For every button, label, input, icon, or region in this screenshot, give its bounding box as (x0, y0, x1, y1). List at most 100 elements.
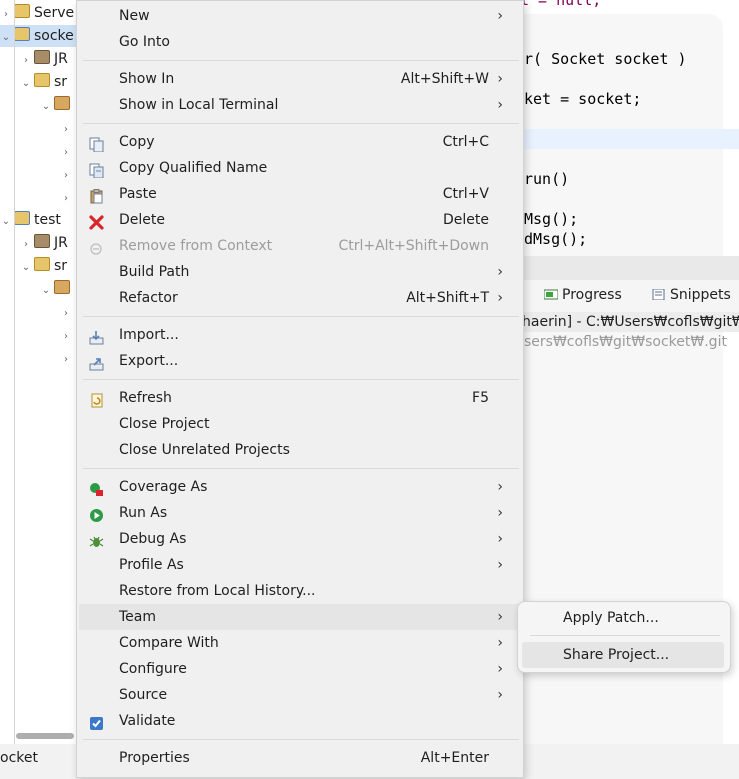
tree-item[interactable]: › (60, 163, 76, 185)
menu-item-delete[interactable]: Delete Delete (79, 207, 519, 233)
menu-item-refactor[interactable]: Refactor Alt+Shift+T › (79, 285, 519, 311)
folder-icon (14, 4, 30, 18)
tab-progress-label: Progress (562, 287, 622, 303)
debug-icon (89, 532, 104, 547)
menu-item-run-as[interactable]: Run As › (79, 500, 519, 526)
expand-arrow-icon[interactable]: › (60, 303, 72, 325)
menu-item-label: Show in Local Terminal (119, 97, 279, 113)
collapse-arrow-icon[interactable]: ⌄ (0, 27, 12, 49)
source-folder-icon (34, 257, 50, 271)
menu-item-paste[interactable]: Paste Ctrl+V (79, 181, 519, 207)
submenu-arrow-icon: › (497, 557, 503, 573)
submenu-arrow-icon: › (497, 71, 503, 87)
menu-item-shortcut: F5 (472, 390, 489, 406)
tab-progress[interactable]: Progress (544, 287, 622, 303)
tree-item[interactable]: › (60, 186, 76, 208)
menu-item-configure[interactable]: Configure › (79, 656, 519, 682)
project-explorer: › Serve ⌄ socke › JR ⌄ sr ⌄ › › › › ⌄ test › JR ⌄ sr ⌄ › › › (0, 0, 76, 779)
menu-item-team[interactable]: Team › (79, 604, 519, 630)
repository-git-path: sers₩cofls₩git₩socket₩.git (524, 334, 727, 350)
submenu-arrow-icon: › (497, 264, 503, 280)
submenu-arrow-icon: › (497, 635, 503, 651)
menu-item-show-in-local-terminal[interactable]: Show in Local Terminal › (79, 92, 519, 118)
expand-arrow-icon[interactable]: › (60, 326, 72, 348)
menu-item-validate[interactable]: Validate (79, 708, 519, 734)
tab-snippets[interactable]: Snippets (652, 287, 731, 303)
menu-item-compare-with[interactable]: Compare With › (79, 630, 519, 656)
submenu-arrow-icon: › (497, 687, 503, 703)
tree-item[interactable]: › (60, 117, 76, 139)
tree-item-label: sr (54, 74, 68, 90)
menu-item-restore-from-local-history[interactable]: Restore from Local History... (79, 578, 519, 604)
menu-separator (83, 468, 519, 469)
menu-item-copy-qualified-name[interactable]: Copy Qualified Name (79, 155, 519, 181)
context-menu: New › Go Into Show In Alt+Shift+W › Show in Lo… (76, 0, 524, 778)
collapse-arrow-icon[interactable]: ⌄ (40, 280, 52, 302)
views-panel-divider[interactable] (522, 256, 739, 280)
expand-arrow-icon[interactable]: › (60, 188, 72, 210)
expand-arrow-icon[interactable]: › (20, 50, 32, 72)
team-submenu: Apply Patch... Share Project... (517, 601, 731, 673)
menu-item-coverage-as[interactable]: Coverage As › (79, 474, 519, 500)
menu-item-label: Restore from Local History... (119, 583, 316, 599)
collapse-arrow-icon[interactable]: ⌄ (40, 96, 52, 118)
collapse-arrow-icon[interactable]: ⌄ (0, 211, 12, 233)
menu-item-close-project[interactable]: Close Project (79, 411, 519, 437)
tree-item[interactable]: › Serve (0, 2, 76, 24)
source-folder-icon (34, 73, 50, 87)
tree-item[interactable]: › JR (20, 232, 76, 254)
menu-item-label: Team (119, 609, 157, 625)
tree-item[interactable]: ⌄ sr (20, 255, 76, 277)
menu-item-label: Copy (119, 134, 155, 150)
tree-item[interactable]: ⌄ (40, 94, 76, 116)
menu-item-refresh[interactable]: Refresh F5 (79, 385, 519, 411)
expand-arrow-icon[interactable]: › (60, 349, 72, 371)
menu-item-label: Refactor (119, 290, 178, 306)
tree-item[interactable]: ⌄ socke (0, 25, 76, 47)
collapse-arrow-icon[interactable]: ⌄ (20, 73, 32, 95)
tree-item[interactable]: › (60, 140, 76, 162)
tree-item-label: JR (54, 51, 68, 67)
menu-item-debug-as[interactable]: Debug As › (79, 526, 519, 552)
menu-item-build-path[interactable]: Build Path › (79, 259, 519, 285)
menu-item-label: Go Into (119, 34, 170, 50)
submenu-arrow-icon: › (497, 609, 503, 625)
submenu-arrow-icon: › (497, 97, 503, 113)
menu-item-label: Refresh (119, 390, 172, 406)
menu-item-source[interactable]: Source › (79, 682, 519, 708)
menu-item-import[interactable]: Import... (79, 322, 519, 348)
editor-code-line: Msg(); (524, 210, 578, 228)
menu-item-share-project[interactable]: Share Project... (522, 642, 724, 668)
tree-item[interactable]: ⌄ (40, 278, 76, 300)
menu-item-properties[interactable]: Properties Alt+Enter (79, 745, 519, 771)
expand-arrow-icon[interactable]: › (60, 165, 72, 187)
expand-arrow-icon[interactable]: › (60, 119, 72, 141)
tree-item[interactable]: ⌄ test (0, 209, 76, 231)
tree-item[interactable]: ⌄ sr (20, 71, 76, 93)
code-fragment: r( Socket socket ) (524, 50, 687, 68)
menu-item-label: Coverage As (119, 479, 208, 495)
menu-item-label: Share Project... (563, 647, 670, 663)
expand-arrow-icon[interactable]: › (20, 234, 32, 256)
expand-arrow-icon[interactable]: › (0, 4, 12, 26)
editor-code-line: run() (524, 170, 569, 188)
expand-arrow-icon[interactable]: › (60, 142, 72, 164)
menu-item-new[interactable]: New › (79, 3, 519, 29)
collapse-arrow-icon[interactable]: ⌄ (20, 257, 32, 279)
menu-item-show-in[interactable]: Show In Alt+Shift+W › (79, 66, 519, 92)
project-icon (14, 27, 30, 41)
menu-item-export[interactable]: Export... (79, 348, 519, 374)
menu-item-go-into[interactable]: Go Into (79, 29, 519, 55)
tree-item[interactable]: › JR (20, 48, 76, 70)
menu-item-copy[interactable]: Copy Ctrl+C (79, 129, 519, 155)
tree-item[interactable]: › (60, 347, 76, 369)
tree-item[interactable]: › (60, 301, 76, 323)
editor-code-line: dMsg(); (524, 230, 587, 248)
submenu-arrow-icon: › (497, 479, 503, 495)
menu-item-apply-patch[interactable]: Apply Patch... (522, 605, 724, 631)
horizontal-scrollbar[interactable] (16, 733, 74, 739)
tree-item[interactable]: › (60, 324, 76, 346)
menu-item-profile-as[interactable]: Profile As › (79, 552, 519, 578)
menu-item-close-unrelated-projects[interactable]: Close Unrelated Projects (79, 437, 519, 463)
menu-item-shortcut: Ctrl+Alt+Shift+Down (338, 238, 489, 254)
